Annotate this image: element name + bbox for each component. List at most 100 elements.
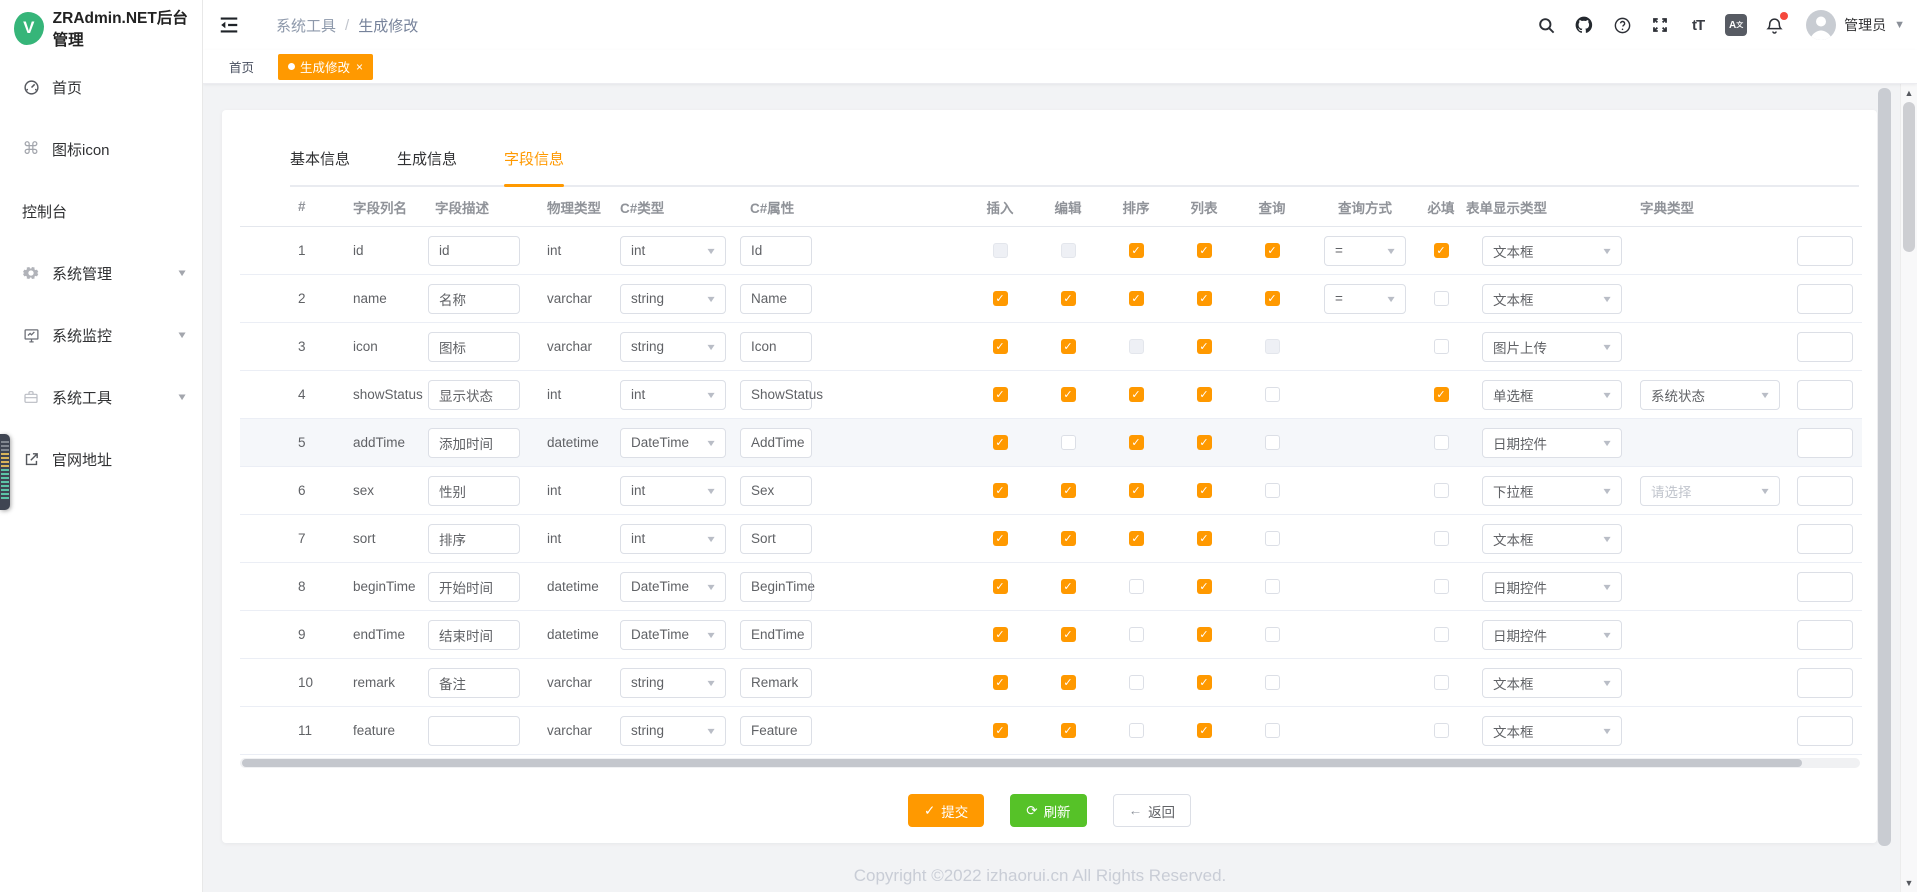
drawer-handle[interactable] <box>0 434 10 510</box>
close-icon[interactable]: × <box>356 60 363 74</box>
font-size-icon[interactable]: tT <box>1686 13 1710 37</box>
list-checkbox[interactable] <box>1197 339 1212 354</box>
fullscreen-icon[interactable] <box>1648 13 1672 37</box>
form-display-type-select[interactable]: 日期控件▼ <box>1482 572 1622 602</box>
field-desc-input[interactable]: 性别 <box>428 476 520 506</box>
insert-checkbox[interactable] <box>993 627 1008 642</box>
sort-checkbox[interactable] <box>1129 435 1144 450</box>
scroll-up-arrow[interactable]: ▲ <box>1901 86 1917 100</box>
insert-checkbox[interactable] <box>993 339 1008 354</box>
edit-checkbox[interactable] <box>1061 435 1076 450</box>
sort-checkbox[interactable] <box>1129 483 1144 498</box>
csharp-attr-input[interactable]: EndTime <box>740 620 812 650</box>
edit-checkbox[interactable] <box>1061 531 1076 546</box>
sidebar-item-2[interactable]: ⌘图标icon <box>0 118 202 180</box>
list-checkbox[interactable] <box>1197 723 1212 738</box>
csharp-type-select[interactable]: int▼ <box>620 476 726 506</box>
help-icon[interactable] <box>1610 13 1634 37</box>
sort-checkbox[interactable] <box>1129 339 1144 354</box>
form-display-type-select[interactable]: 文本框▼ <box>1482 716 1622 746</box>
tab-字段信息[interactable]: 字段信息 <box>504 148 564 185</box>
edit-checkbox[interactable] <box>1061 723 1076 738</box>
required-checkbox[interactable] <box>1434 723 1449 738</box>
csharp-attr-input[interactable]: Sex <box>740 476 812 506</box>
form-display-type-select[interactable]: 图片上传▼ <box>1482 332 1622 362</box>
insert-checkbox[interactable] <box>993 723 1008 738</box>
sort-checkbox[interactable] <box>1129 579 1144 594</box>
csharp-type-select[interactable]: DateTime▼ <box>620 572 726 602</box>
extra-input[interactable] <box>1797 380 1853 410</box>
query-checkbox[interactable] <box>1265 339 1280 354</box>
required-checkbox[interactable] <box>1434 291 1449 306</box>
insert-checkbox[interactable] <box>993 483 1008 498</box>
form-display-type-select[interactable]: 文本框▼ <box>1482 236 1622 266</box>
csharp-type-select[interactable]: string▼ <box>620 668 726 698</box>
github-icon[interactable] <box>1572 13 1596 37</box>
field-desc-input[interactable]: 备注 <box>428 668 520 698</box>
extra-input[interactable] <box>1797 236 1853 266</box>
back-button[interactable]: ← 返回 <box>1113 794 1192 827</box>
extra-input[interactable] <box>1797 668 1853 698</box>
extra-input[interactable] <box>1797 428 1853 458</box>
csharp-attr-input[interactable]: AddTime <box>740 428 812 458</box>
extra-input[interactable] <box>1797 716 1853 746</box>
submit-button[interactable]: ✓ 提交 <box>908 794 984 827</box>
translate-icon[interactable]: A文 <box>1724 13 1748 37</box>
list-checkbox[interactable] <box>1197 387 1212 402</box>
csharp-attr-input[interactable]: Icon <box>740 332 812 362</box>
extra-input[interactable] <box>1797 332 1853 362</box>
required-checkbox[interactable] <box>1434 243 1449 258</box>
edit-checkbox[interactable] <box>1061 339 1076 354</box>
csharp-type-select[interactable]: int▼ <box>620 524 726 554</box>
sort-checkbox[interactable] <box>1129 531 1144 546</box>
search-icon[interactable] <box>1534 13 1558 37</box>
query-checkbox[interactable] <box>1265 627 1280 642</box>
csharp-attr-input[interactable]: Sort <box>740 524 812 554</box>
sidebar-item-1[interactable]: 首页 <box>0 56 202 118</box>
csharp-type-select[interactable]: int▼ <box>620 236 726 266</box>
insert-checkbox[interactable] <box>993 291 1008 306</box>
sort-checkbox[interactable] <box>1129 627 1144 642</box>
form-display-type-select[interactable]: 下拉框▼ <box>1482 476 1622 506</box>
csharp-type-select[interactable]: DateTime▼ <box>620 620 726 650</box>
route-tab[interactable]: 生成修改× <box>278 54 373 80</box>
list-checkbox[interactable] <box>1197 675 1212 690</box>
insert-checkbox[interactable] <box>993 531 1008 546</box>
sort-checkbox[interactable] <box>1129 723 1144 738</box>
query-checkbox[interactable] <box>1265 291 1280 306</box>
csharp-attr-input[interactable]: Name <box>740 284 812 314</box>
list-checkbox[interactable] <box>1197 483 1212 498</box>
form-display-type-select[interactable]: 单选框▼ <box>1482 380 1622 410</box>
query-checkbox[interactable] <box>1265 675 1280 690</box>
tab-生成信息[interactable]: 生成信息 <box>397 148 457 185</box>
menu-fold-icon[interactable] <box>218 14 240 36</box>
csharp-type-select[interactable]: int▼ <box>620 380 726 410</box>
csharp-type-select[interactable]: string▼ <box>620 284 726 314</box>
field-desc-input[interactable]: 图标 <box>428 332 520 362</box>
field-desc-input[interactable]: 开始时间 <box>428 572 520 602</box>
form-display-type-select[interactable]: 文本框▼ <box>1482 284 1622 314</box>
sidebar-item-6[interactable]: 系统工具▼ <box>0 366 202 428</box>
edit-checkbox[interactable] <box>1061 291 1076 306</box>
content-scrollbar-thumb[interactable] <box>1878 88 1891 846</box>
window-scrollbar-thumb[interactable] <box>1903 102 1915 252</box>
csharp-attr-input[interactable]: Feature <box>740 716 812 746</box>
field-desc-input[interactable]: 排序 <box>428 524 520 554</box>
list-checkbox[interactable] <box>1197 531 1212 546</box>
sort-checkbox[interactable] <box>1129 387 1144 402</box>
field-desc-input[interactable]: 显示状态 <box>428 380 520 410</box>
list-checkbox[interactable] <box>1197 291 1212 306</box>
extra-input[interactable] <box>1797 620 1853 650</box>
required-checkbox[interactable] <box>1434 435 1449 450</box>
query-checkbox[interactable] <box>1265 531 1280 546</box>
csharp-type-select[interactable]: DateTime▼ <box>620 428 726 458</box>
scroll-down-arrow[interactable]: ▼ <box>1901 876 1917 890</box>
required-checkbox[interactable] <box>1434 675 1449 690</box>
form-display-type-select[interactable]: 日期控件▼ <box>1482 620 1622 650</box>
refresh-button[interactable]: ⟳ 刷新 <box>1010 794 1086 827</box>
insert-checkbox[interactable] <box>993 387 1008 402</box>
sidebar-item-3[interactable]: 控制台 <box>0 180 202 242</box>
form-display-type-select[interactable]: 文本框▼ <box>1482 524 1622 554</box>
insert-checkbox[interactable] <box>993 579 1008 594</box>
edit-checkbox[interactable] <box>1061 675 1076 690</box>
